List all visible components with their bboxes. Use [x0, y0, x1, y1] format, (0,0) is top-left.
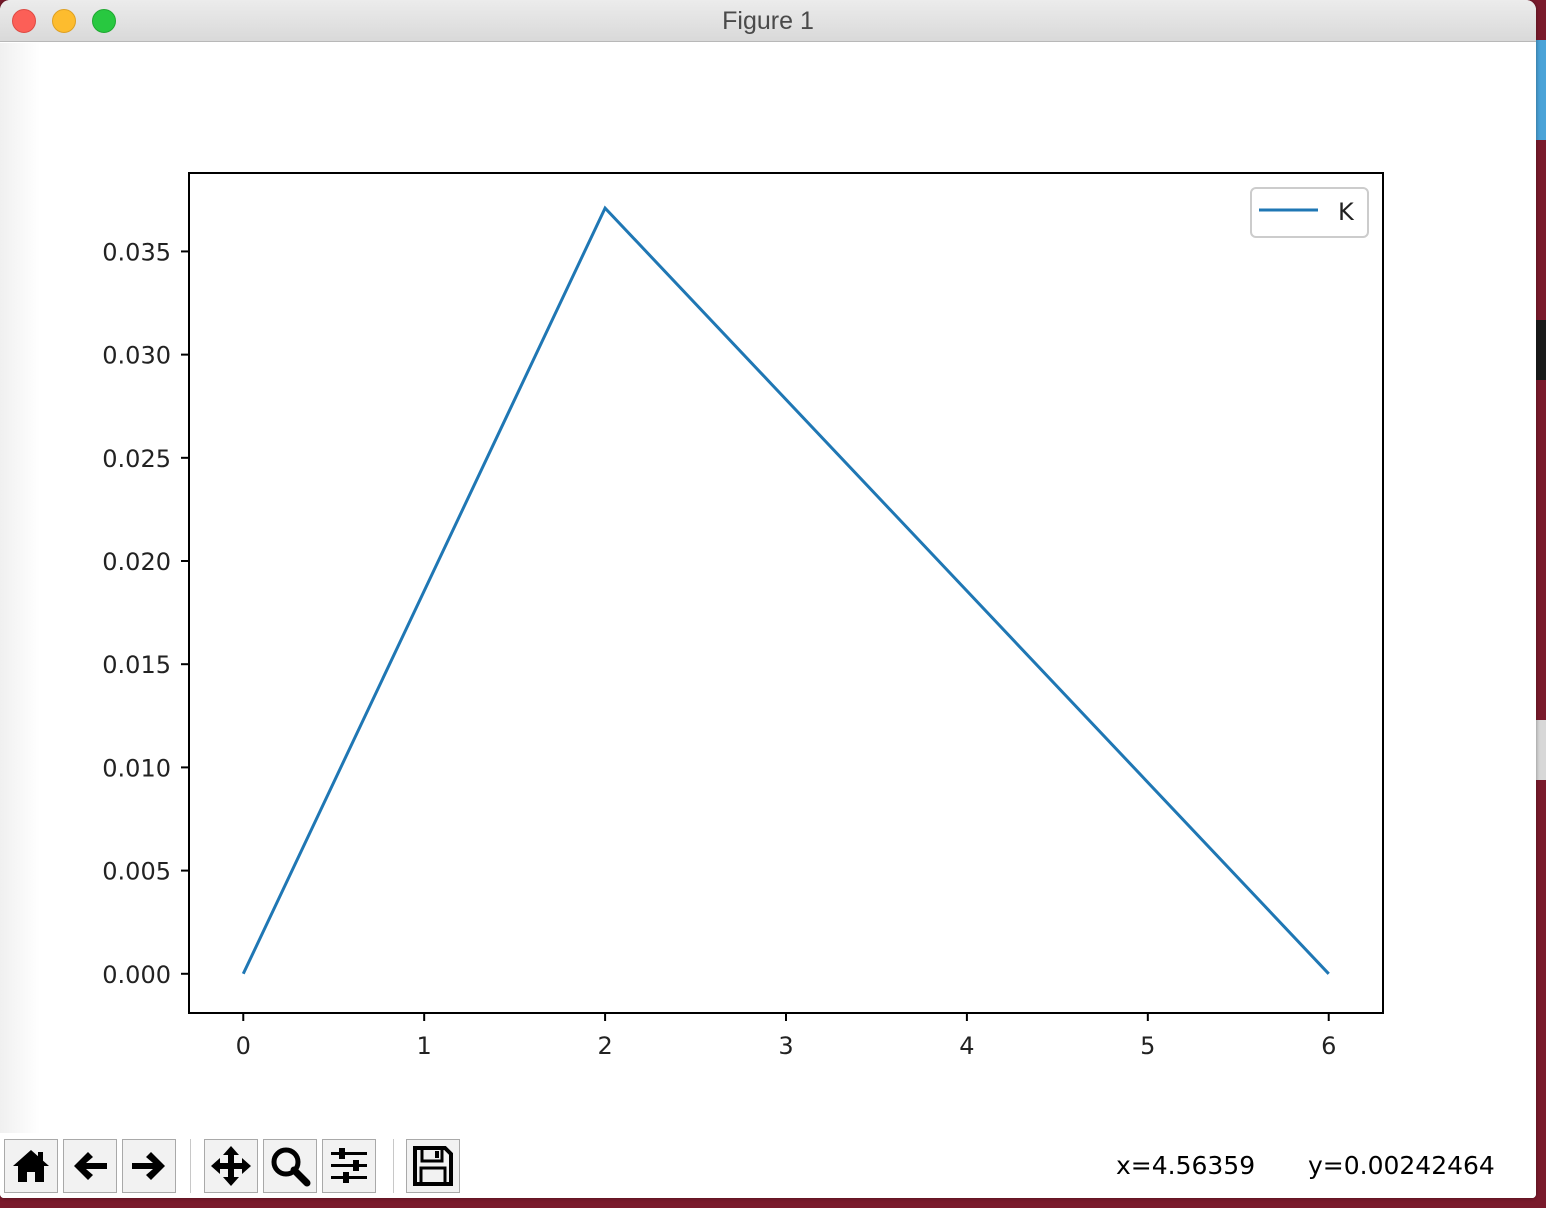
- x-axis: 0 1 2 3 4 5 6: [236, 1013, 1336, 1060]
- back-button[interactable]: [63, 1139, 117, 1193]
- pan-button[interactable]: [204, 1139, 258, 1193]
- figure-window: Figure 1 0.000 0.005 0.010 0.015 0.020 0.025 0…: [0, 0, 1536, 1198]
- navigation-toolbar: x=4.56359 y=0.00242464: [0, 1133, 1536, 1198]
- home-button[interactable]: [4, 1139, 58, 1193]
- legend: K: [1250, 187, 1369, 238]
- forward-button[interactable]: [122, 1139, 176, 1193]
- desktop-decoration: [1536, 320, 1546, 380]
- desktop-decoration: [1536, 720, 1546, 780]
- y-tick-label: 0.015: [102, 651, 171, 679]
- configure-subplots-button[interactable]: [322, 1139, 376, 1193]
- y-tick-label: 0.025: [102, 445, 171, 473]
- arrow-right-icon: [132, 1152, 165, 1180]
- x-tick-label: 1: [417, 1032, 432, 1060]
- save-button[interactable]: [406, 1139, 460, 1193]
- title-bar[interactable]: Figure 1: [0, 0, 1536, 42]
- arrow-left-icon: [74, 1152, 107, 1180]
- y-tick-label: 0.000: [102, 961, 171, 989]
- magnifier-icon: [271, 1147, 311, 1187]
- axes-frame: [188, 172, 1384, 1014]
- x-coordinate-readout: x=4.56359: [1116, 1151, 1256, 1180]
- x-tick-label: 5: [1140, 1032, 1155, 1060]
- sliders-icon: [331, 1148, 367, 1183]
- x-tick-label: 2: [597, 1032, 612, 1060]
- x-tick-label: 4: [959, 1032, 974, 1060]
- toolbar-separator: [393, 1139, 394, 1193]
- toolbar-separator: [190, 1139, 191, 1193]
- y-tick-label: 0.035: [102, 238, 171, 266]
- legend-label: K: [1338, 198, 1355, 226]
- y-tick-label: 0.020: [102, 548, 171, 576]
- x-tick-label: 3: [778, 1032, 793, 1060]
- home-icon: [13, 1150, 49, 1182]
- figure-canvas[interactable]: 0.000 0.005 0.010 0.015 0.020 0.025 0.030 0.035…: [0, 43, 1536, 1133]
- desktop-decoration: [1536, 40, 1546, 140]
- x-tick-label: 0: [236, 1032, 251, 1060]
- y-axis: 0.000 0.005 0.010 0.015 0.020 0.025 0.030 0.035: [102, 238, 189, 989]
- y-coordinate-readout: y=0.00242464: [1308, 1151, 1495, 1180]
- y-tick-label: 0.010: [102, 754, 171, 782]
- move-icon: [211, 1146, 251, 1186]
- window-title: Figure 1: [722, 7, 814, 35]
- desktop-background: [0, 1198, 1546, 1208]
- y-tick-label: 0.005: [102, 858, 171, 886]
- chart[interactable]: 0.000 0.005 0.010 0.015 0.020 0.025 0.030 0.035…: [0, 43, 1536, 1133]
- zoom-button[interactable]: [263, 1139, 317, 1193]
- floppy-disk-icon: [413, 1146, 453, 1186]
- desktop-background: [1536, 0, 1546, 1208]
- x-tick-label: 6: [1321, 1032, 1336, 1060]
- y-tick-label: 0.030: [102, 342, 171, 370]
- plot-lines: [241, 205, 1330, 975]
- series-line-K: [241, 205, 1330, 975]
